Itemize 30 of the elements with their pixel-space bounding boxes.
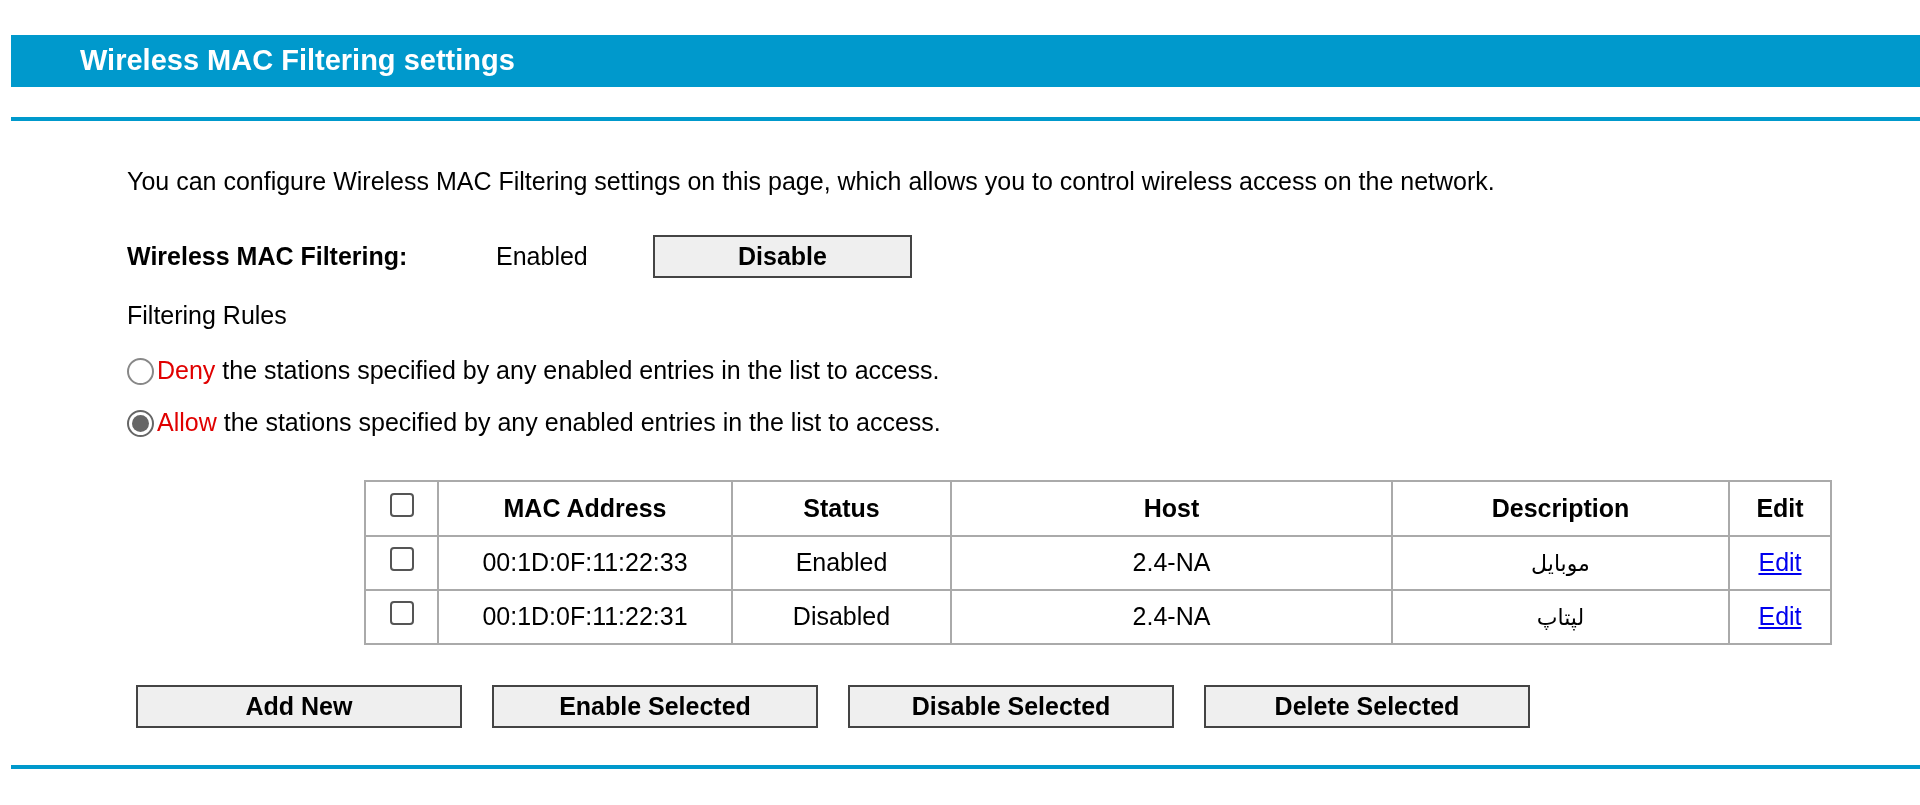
description-text: لپتاپ <box>1536 605 1585 631</box>
filtering-status: Enabled <box>496 240 589 272</box>
mac-address: 00:1D:0F:11:22:33 <box>482 548 688 577</box>
mac-address: 00:1D:0F:11:22:31 <box>482 602 688 631</box>
radio-button[interactable] <box>127 357 154 385</box>
status-text: Disabled <box>792 602 891 631</box>
disable-button[interactable]: Disable <box>653 235 912 278</box>
action-button[interactable]: Disable Selected <box>848 685 1174 728</box>
status-text: Enabled <box>795 548 888 577</box>
page-title: Wireless MAC Filtering settings <box>80 43 515 79</box>
rule-text: Allow the stations specified by any enabled entries in the list to access. <box>157 407 941 439</box>
checkbox[interactable] <box>389 547 414 572</box>
checkbox[interactable] <box>389 492 414 517</box>
action-button[interactable]: Delete Selected <box>1204 685 1530 728</box>
filtering-rules-label: Filtering Rules <box>127 299 287 331</box>
rule-text: Deny the stations specified by any enabled entries in the list to access. <box>157 355 940 387</box>
action-button[interactable]: Enable Selected <box>492 685 818 728</box>
filtering-label: Wireless MAC Filtering: <box>127 240 409 272</box>
checkbox[interactable] <box>389 601 414 626</box>
radio-button[interactable] <box>127 409 154 437</box>
column-header: MAC Address <box>503 493 667 522</box>
host-text: 2.4-NA <box>1132 602 1211 631</box>
action-button[interactable]: Add New <box>136 685 462 728</box>
column-header: Host <box>1143 493 1200 522</box>
description-text: موبایل <box>1531 551 1590 577</box>
intro-text: You can configure Wireless MAC Filtering settings on this page, which allows you to control wireless access on the network. <box>127 166 1496 197</box>
host-text: 2.4-NA <box>1132 548 1211 577</box>
column-header: Status <box>803 493 880 522</box>
column-header: Edit <box>1756 493 1804 522</box>
column-header: Description <box>1491 493 1630 522</box>
